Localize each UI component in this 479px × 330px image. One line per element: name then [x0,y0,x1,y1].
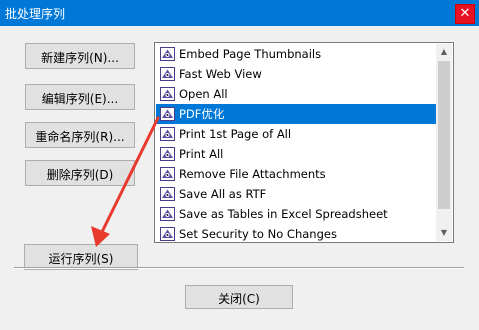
delete-sequence-label: 删除序列(D) [46,168,114,182]
edit-sequence-label: 编辑序列(E)... [41,92,119,106]
sequence-icon [160,47,175,61]
scroll-down-icon[interactable]: ▼ [436,225,452,241]
new-sequence-label: 新建序列(N)... [41,51,119,65]
list-item[interactable]: Fast Web View [156,64,437,84]
list-item[interactable]: Save as Tables in Excel Spreadsheet [156,204,437,224]
rename-sequence-label: 重命名序列(R)... [35,130,125,144]
close-label: 关闭(C) [218,292,260,306]
list-item[interactable]: Set Security to No Changes [156,224,437,241]
new-sequence-button[interactable]: 新建序列(N)... [25,43,135,69]
sequence-icon [160,147,175,161]
list-item-label: Set Security to No Changes [179,227,337,241]
close-icon[interactable]: ✕ [455,4,475,24]
list-item[interactable]: PDF优化 [156,104,437,124]
sequence-icon [160,107,175,121]
list-item-label: PDF优化 [179,107,225,121]
list-item[interactable]: Print All [156,144,437,164]
window-title: 批处理序列 [5,7,66,21]
sequence-listbox[interactable]: Embed Page Thumbnails Fast Web View Open A… [154,42,454,243]
scroll-up-icon[interactable]: ▲ [436,44,452,60]
delete-sequence-button[interactable]: 删除序列(D) [25,160,135,186]
scrollbar[interactable]: ▲ ▼ [436,44,452,241]
sequence-list[interactable]: Embed Page Thumbnails Fast Web View Open A… [156,44,437,241]
list-item[interactable]: Save All as RTF [156,184,437,204]
list-item-label: Print All [179,147,224,161]
close-button[interactable]: 关闭(C) [185,285,293,309]
list-item-label: Remove File Attachments [179,167,326,181]
title-bar: 批处理序列 ✕ [0,0,479,26]
list-item[interactable]: Embed Page Thumbnails [156,44,437,64]
list-item[interactable]: Open All [156,84,437,104]
sequence-icon [160,187,175,201]
list-item-label: Print 1st Page of All [179,127,292,141]
list-item-label: Open All [179,87,228,101]
rename-sequence-button[interactable]: 重命名序列(R)... [25,122,135,148]
sequence-icon [160,67,175,81]
sequence-icon [160,207,175,221]
list-item[interactable]: Remove File Attachments [156,164,437,184]
list-item-label: Save All as RTF [179,187,267,201]
scroll-thumb[interactable] [438,61,450,209]
run-sequence-label: 运行序列(S) [48,252,114,266]
sequence-icon [160,87,175,101]
divider [14,267,464,269]
list-item[interactable]: Print 1st Page of All [156,124,437,144]
sequence-icon [160,127,175,141]
list-item-label: Embed Page Thumbnails [179,47,322,61]
edit-sequence-button[interactable]: 编辑序列(E)... [25,84,135,110]
list-item-label: Save as Tables in Excel Spreadsheet [179,207,388,221]
list-item-label: Fast Web View [179,67,262,81]
sequence-icon [160,167,175,181]
sequence-icon [160,227,175,241]
